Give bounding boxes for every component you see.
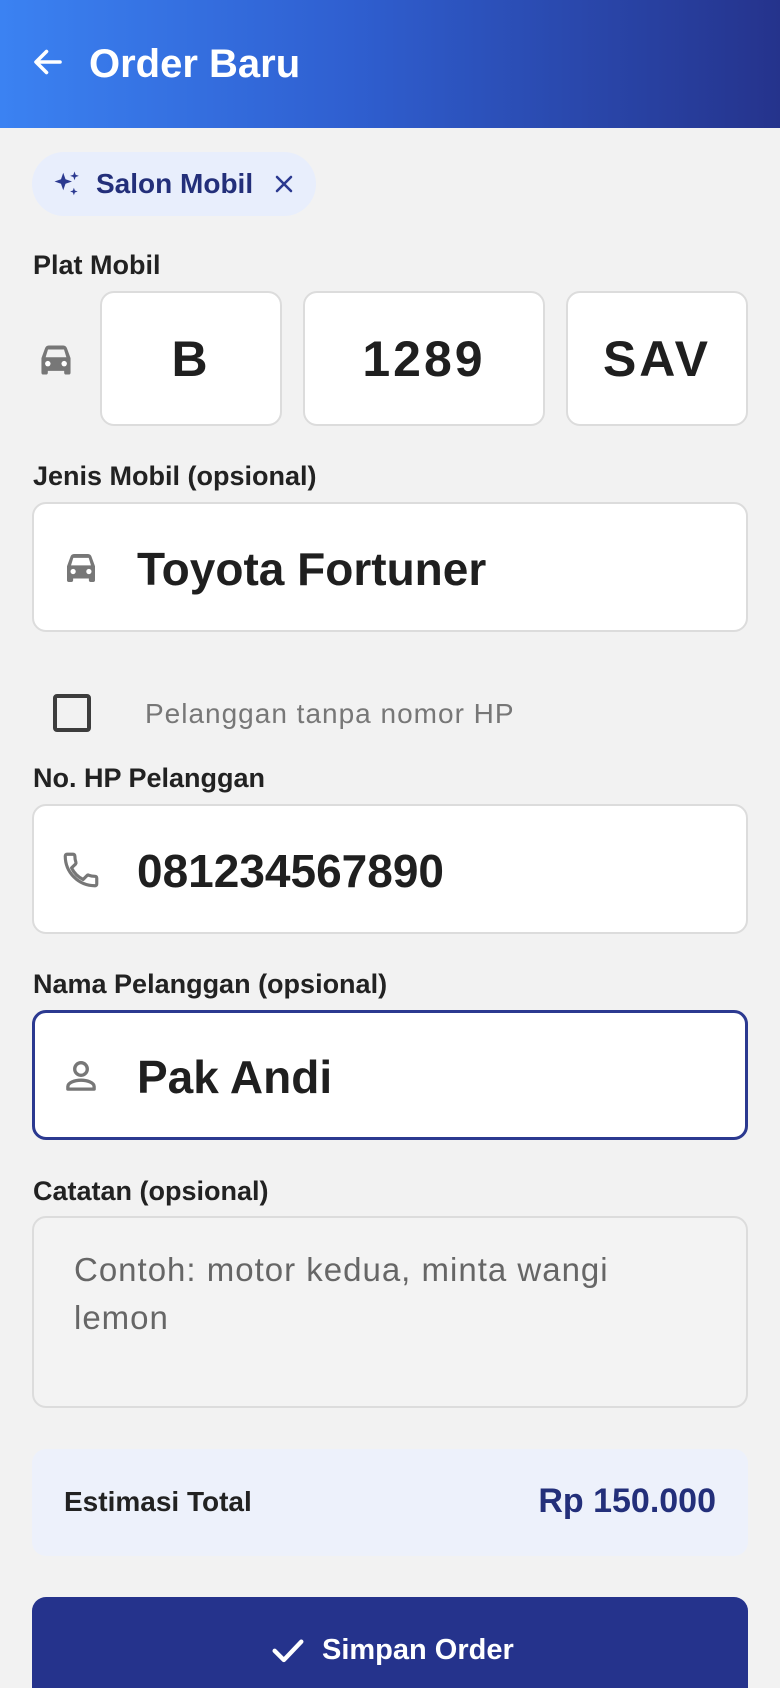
check-icon [272,1639,304,1663]
notes-label: Catatan (opsional) [33,1176,269,1206]
save-order-button[interactable]: Simpan Order [32,1597,748,1688]
car-icon [67,554,95,582]
car-type-value: Toyota Fortuner [137,543,487,595]
plate-label: Plat Mobil [33,250,161,280]
save-order-label: Simpan Order [322,1634,514,1666]
service-chip[interactable]: Salon Mobil [32,152,316,216]
car-type-label: Jenis Mobil (opsional) [33,461,317,491]
person-icon [66,1061,96,1091]
customer-name-value: Pak Andi [137,1051,333,1103]
phone-icon [63,852,99,888]
phone-value: 081234567890 [137,845,444,897]
no-phone-checkbox[interactable] [53,694,91,732]
customer-name-label: Nama Pelanggan (opsional) [33,969,388,999]
page-title: Order Baru [89,42,301,86]
total-label: Estimasi Total [64,1486,252,1517]
plate-region-input[interactable]: B [100,291,282,426]
notes-textarea[interactable]: Contoh: motor kedua, minta wangi lemon [32,1216,748,1408]
phone-label: No. HP Pelanggan [33,763,266,793]
car-icon [41,345,71,375]
app-bar: Order Baru [0,0,780,128]
service-chip-label: Salon Mobil [96,168,254,199]
customer-name-field[interactable]: Pak Andi [32,1010,748,1140]
phone-field[interactable]: 081234567890 [32,804,748,934]
close-icon[interactable] [270,170,298,198]
sparkle-icon [54,171,79,196]
arrow-left-icon [34,49,62,75]
car-type-field[interactable]: Toyota Fortuner [32,502,748,632]
notes-placeholder: Contoh: motor kedua, minta wangi lemon [74,1251,609,1336]
plate-number-input[interactable]: 1289 [303,291,545,426]
no-phone-label: Pelanggan tanpa nomor HP [145,698,515,729]
back-button[interactable] [26,40,70,84]
plate-suffix-input[interactable]: SAV [566,291,748,426]
total-value: Rp 150.000 [538,1482,716,1520]
total-summary: Estimasi Total Rp 150.000 [32,1449,748,1556]
